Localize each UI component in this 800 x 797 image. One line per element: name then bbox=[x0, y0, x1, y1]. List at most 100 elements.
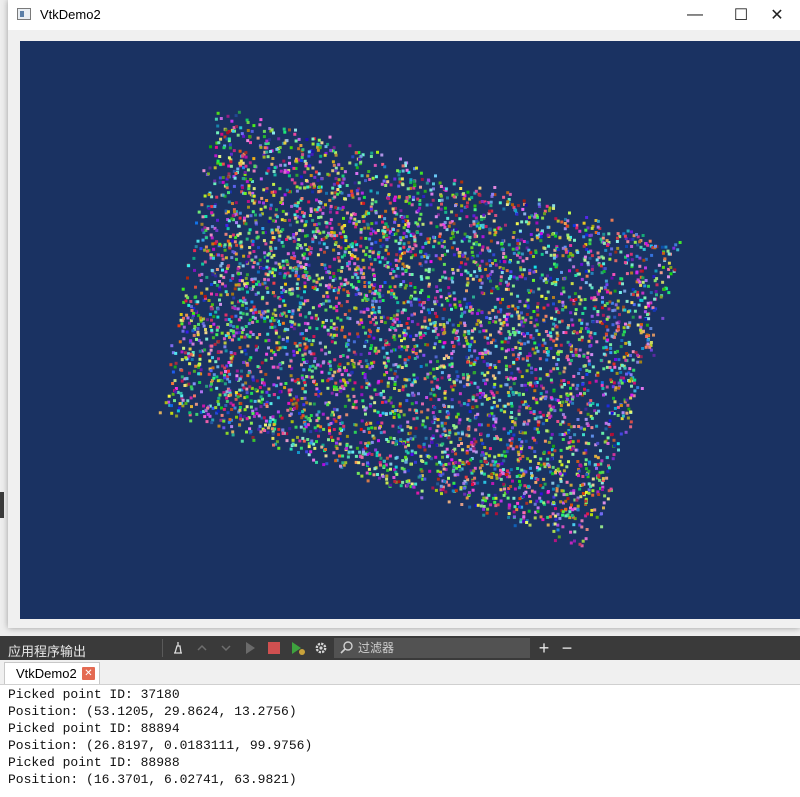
cloud-point bbox=[527, 419, 531, 423]
cloud-point bbox=[327, 286, 331, 290]
cloud-point bbox=[406, 300, 410, 304]
cloud-point bbox=[360, 385, 364, 389]
cloud-point bbox=[596, 292, 600, 296]
cloud-point bbox=[326, 270, 330, 274]
cloud-point bbox=[450, 356, 454, 360]
close-button[interactable]: ✕ bbox=[754, 0, 800, 30]
cloud-point bbox=[234, 314, 238, 318]
cloud-point bbox=[259, 266, 263, 270]
cloud-point bbox=[403, 328, 407, 332]
cloud-point bbox=[293, 213, 297, 217]
cloud-point bbox=[450, 398, 454, 402]
cloud-point bbox=[586, 351, 590, 355]
cloud-point bbox=[624, 358, 628, 362]
cloud-point bbox=[497, 371, 501, 375]
cloud-point bbox=[248, 335, 252, 339]
cloud-point bbox=[596, 251, 600, 255]
cloud-point bbox=[282, 266, 286, 270]
minimize-button[interactable]: — bbox=[672, 0, 718, 30]
vtk-render-view[interactable] bbox=[20, 41, 800, 619]
cloud-point bbox=[189, 300, 193, 303]
cloud-point bbox=[390, 349, 393, 353]
cloud-point bbox=[381, 294, 385, 297]
cloud-point bbox=[485, 316, 489, 320]
cloud-point bbox=[590, 286, 594, 290]
cloud-point bbox=[596, 313, 600, 317]
cloud-point bbox=[170, 411, 174, 415]
cloud-point bbox=[462, 481, 466, 485]
cloud-point bbox=[608, 419, 612, 423]
cloud-point bbox=[460, 503, 464, 506]
point-cloud[interactable] bbox=[20, 41, 800, 619]
cloud-point bbox=[403, 358, 407, 362]
title-bar[interactable]: VtkDemo2 — ☐ ✕ bbox=[8, 0, 800, 30]
cloud-point bbox=[268, 423, 272, 427]
cloud-point bbox=[569, 425, 573, 429]
cloud-point bbox=[478, 388, 482, 392]
cloud-point bbox=[652, 353, 656, 357]
cloud-point bbox=[629, 396, 633, 400]
cloud-point bbox=[567, 295, 571, 299]
cloud-point bbox=[442, 262, 446, 266]
cloud-point bbox=[272, 383, 276, 387]
cloud-point bbox=[233, 352, 237, 356]
cloud-point bbox=[215, 333, 219, 337]
cloud-point bbox=[405, 168, 409, 172]
cloud-point bbox=[221, 180, 225, 184]
cloud-point bbox=[365, 246, 369, 250]
cloud-point bbox=[440, 421, 444, 425]
cloud-point bbox=[414, 451, 418, 455]
cloud-point bbox=[313, 446, 317, 450]
cloud-point bbox=[266, 332, 270, 336]
cloud-point bbox=[581, 492, 585, 495]
cloud-point bbox=[329, 319, 333, 323]
cloud-point bbox=[547, 463, 551, 467]
cloud-point bbox=[370, 440, 374, 444]
cloud-point bbox=[231, 214, 235, 218]
cloud-point bbox=[211, 356, 214, 360]
cloud-point bbox=[596, 490, 600, 494]
cloud-point bbox=[387, 193, 391, 196]
cloud-point bbox=[611, 457, 615, 461]
cloud-point bbox=[444, 463, 448, 466]
cloud-point bbox=[511, 247, 515, 251]
cloud-point bbox=[285, 352, 289, 356]
cloud-point bbox=[173, 399, 176, 403]
cloud-point bbox=[367, 334, 371, 338]
cloud-point bbox=[272, 170, 276, 173]
cloud-point bbox=[315, 413, 319, 417]
cloud-point bbox=[392, 335, 396, 339]
cloud-point bbox=[385, 351, 389, 355]
cloud-point bbox=[293, 132, 297, 136]
cloud-point bbox=[274, 261, 278, 265]
cloud-point bbox=[328, 210, 332, 214]
cloud-point bbox=[583, 391, 586, 395]
cloud-point bbox=[230, 301, 234, 305]
cloud-point bbox=[452, 291, 456, 295]
cloud-point bbox=[282, 159, 286, 163]
cloud-point bbox=[341, 205, 345, 209]
cloud-point bbox=[440, 328, 444, 332]
cloud-point bbox=[401, 459, 405, 463]
cloud-point bbox=[278, 363, 282, 367]
cloud-point bbox=[501, 239, 505, 243]
cloud-point bbox=[545, 373, 549, 377]
cloud-point bbox=[369, 347, 373, 350]
cloud-point bbox=[321, 361, 325, 365]
cloud-point bbox=[332, 428, 336, 431]
cloud-point bbox=[447, 405, 451, 409]
cloud-point bbox=[268, 216, 272, 220]
cloud-point bbox=[588, 369, 592, 373]
cloud-point bbox=[376, 291, 380, 295]
cloud-point bbox=[258, 258, 262, 262]
cloud-point bbox=[278, 323, 282, 326]
cloud-point bbox=[460, 442, 463, 445]
cloud-point bbox=[366, 461, 369, 465]
cloud-point bbox=[549, 369, 553, 373]
cloud-point bbox=[430, 192, 434, 196]
cloud-point bbox=[174, 351, 178, 355]
cloud-point bbox=[528, 459, 532, 463]
cloud-point bbox=[368, 366, 372, 370]
cloud-point bbox=[295, 282, 299, 286]
cloud-point bbox=[502, 260, 506, 263]
